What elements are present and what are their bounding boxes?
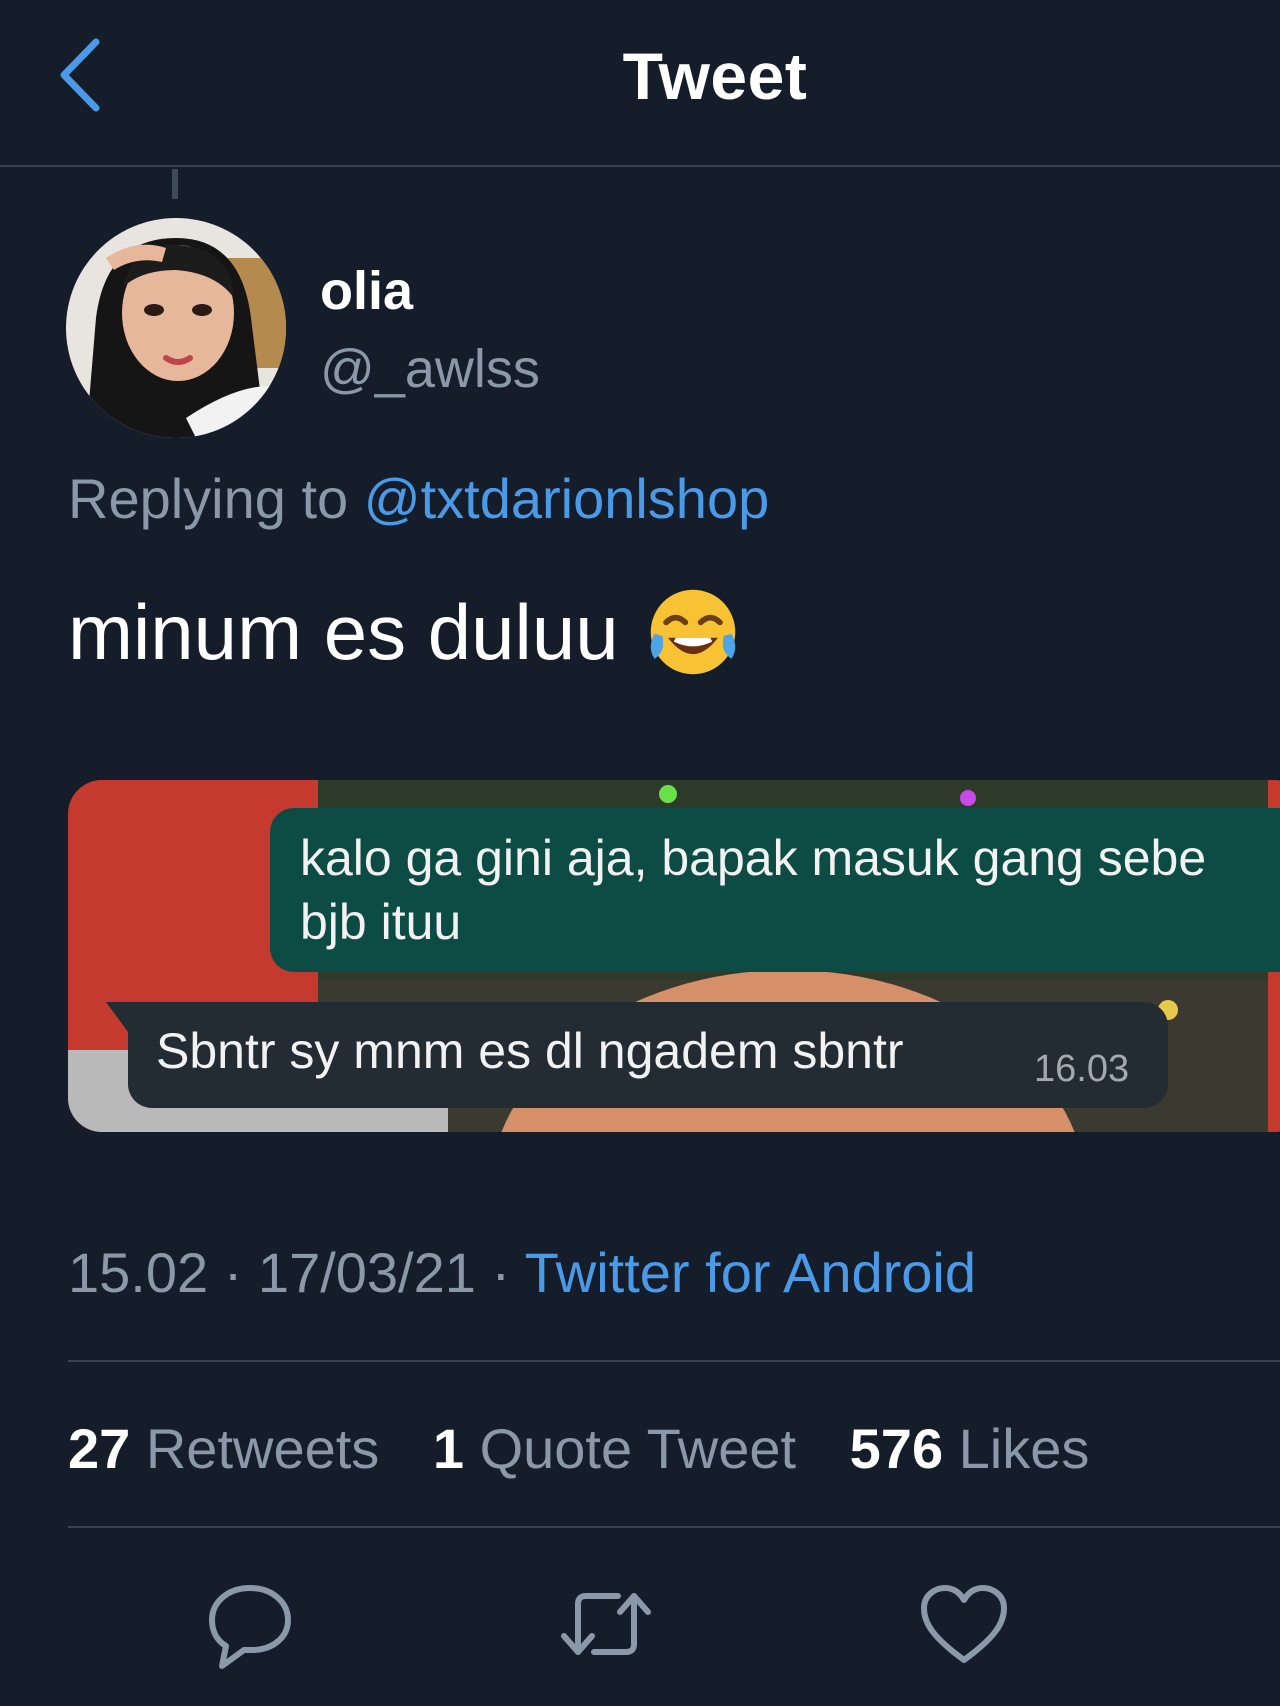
replying-to-link[interactable]: @txtdarionlshop bbox=[364, 467, 770, 530]
meta-separator: · bbox=[223, 1241, 243, 1304]
author-handle[interactable]: @_awlss bbox=[320, 338, 540, 400]
retweets-label: Retweets bbox=[145, 1417, 380, 1480]
bubble-tail bbox=[106, 1002, 128, 1032]
reply-button[interactable] bbox=[200, 1574, 300, 1674]
chat-bubble-incoming: Sbntr sy mnm es dl ngadem sbntr 16.03 bbox=[106, 1002, 1168, 1108]
tweet-stats: 27 Retweets 1 Quote Tweet 576 Likes bbox=[68, 1416, 1127, 1481]
meta-separator: · bbox=[491, 1241, 511, 1304]
avatar[interactable] bbox=[66, 218, 286, 438]
divider bbox=[68, 1360, 1280, 1362]
face-with-tears-of-joy-icon bbox=[650, 589, 735, 675]
thread-connector bbox=[172, 169, 178, 199]
tweet-timestamp: 15.02 · 17/03/21 · Twitter for Android bbox=[68, 1240, 976, 1305]
replying-to: Replying to @txtdarionlshop bbox=[68, 466, 769, 531]
tweet-time: 15.02 bbox=[68, 1241, 209, 1304]
tweet-media-image[interactable]: kalo ga gini aja, bapak masuk gang sebe … bbox=[68, 780, 1280, 1132]
outgoing-text-line1: kalo ga gini aja, bapak masuk gang sebe bbox=[300, 830, 1207, 886]
replying-to-label: Replying to bbox=[68, 467, 349, 530]
author-name[interactable]: olia bbox=[320, 260, 413, 322]
quote-tweets-stat[interactable]: 1 Quote Tweet bbox=[433, 1416, 796, 1481]
tweet-body: minum es duluu bbox=[68, 587, 619, 676]
incoming-time: 16.03 bbox=[1034, 1048, 1130, 1090]
retweet-icon bbox=[561, 1593, 651, 1655]
top-bar: Tweet bbox=[0, 0, 1280, 167]
retweet-button[interactable] bbox=[556, 1574, 656, 1674]
quotes-count: 1 bbox=[432, 1417, 465, 1480]
tweet-text: minum es duluu bbox=[68, 584, 741, 680]
likes-stat[interactable]: 576 Likes bbox=[850, 1416, 1090, 1481]
retweets-stat[interactable]: 27 Retweets bbox=[68, 1416, 379, 1481]
tweet-source-link[interactable]: Twitter for Android bbox=[525, 1241, 976, 1304]
likes-label: Likes bbox=[958, 1417, 1090, 1480]
page-title: Tweet bbox=[622, 39, 808, 113]
outgoing-text-line2: bjb ituu bbox=[300, 894, 462, 950]
tweet-date: 17/03/21 bbox=[257, 1241, 476, 1304]
incoming-text: Sbntr sy mnm es dl ngadem sbntr bbox=[156, 1023, 904, 1079]
like-icon bbox=[921, 1585, 1007, 1663]
likes-count: 576 bbox=[849, 1417, 944, 1480]
divider bbox=[68, 1526, 1280, 1528]
tweet-action-bar bbox=[0, 1574, 1280, 1684]
retweets-count: 27 bbox=[68, 1417, 131, 1480]
like-button[interactable] bbox=[914, 1574, 1014, 1674]
quotes-label: Quote Tweet bbox=[479, 1417, 797, 1480]
avatar-photo bbox=[66, 218, 286, 438]
reply-icon bbox=[209, 1585, 291, 1669]
chat-bubble-outgoing: kalo ga gini aja, bapak masuk gang sebe … bbox=[270, 808, 1280, 972]
